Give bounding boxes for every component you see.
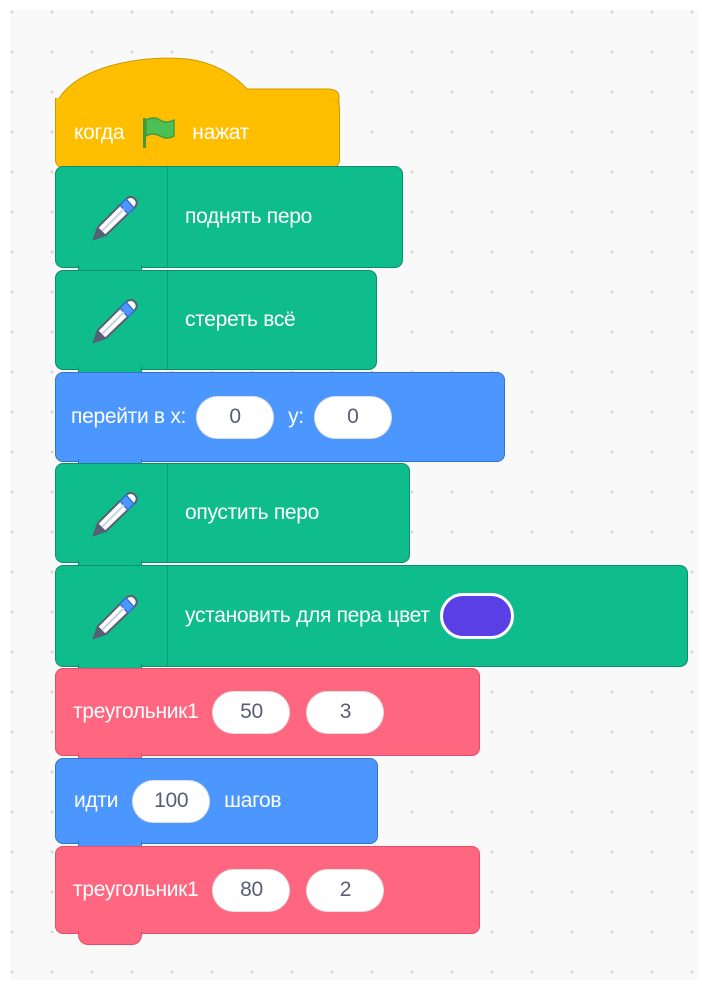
when-label: когда (74, 120, 125, 144)
go-to-label: перейти в x: (71, 405, 187, 428)
pen-icon (91, 196, 138, 241)
code-workspace[interactable]: когда нажат поднять перо стереть всё пер… (10, 10, 698, 980)
move-label: идти (74, 789, 119, 812)
arg2-input[interactable]: 3 (306, 690, 385, 734)
custom-block-label: треугольник1 (73, 700, 199, 723)
pen-color-swatch[interactable] (439, 593, 514, 639)
pen-extension-icon-area (56, 566, 168, 666)
clear-block[interactable]: стереть всё (55, 270, 377, 381)
x-input[interactable]: 0 (196, 395, 275, 439)
arg2-input[interactable]: 2 (306, 868, 385, 912)
arg1-input[interactable]: 80 (212, 868, 291, 912)
y-input[interactable]: 0 (313, 395, 392, 439)
y-label: y: (288, 405, 304, 428)
arg1-input[interactable]: 50 (212, 690, 291, 734)
pen-down-block[interactable]: опустить перо (55, 463, 410, 574)
green-flag-icon (140, 116, 178, 150)
pen-extension-icon-area (56, 464, 168, 562)
steps-input[interactable]: 100 (132, 779, 211, 823)
pen-icon (91, 492, 138, 537)
pen-icon (91, 595, 138, 640)
set-pen-color-label: установить для пера цвет (185, 604, 430, 627)
block-connector (78, 931, 142, 945)
clear-label: стереть всё (185, 308, 296, 331)
set-pen-color-block[interactable]: установить для пера цвет (55, 565, 688, 678)
steps-label: шагов (224, 789, 282, 812)
custom-block-label: треугольник1 (73, 878, 199, 901)
clicked-label: нажат (192, 120, 249, 144)
move-steps-block[interactable]: идти 100 шагов (55, 758, 378, 855)
pen-up-block[interactable]: поднять перо (55, 166, 403, 279)
go-to-xy-block[interactable]: перейти в x: 0 y: 0 (55, 372, 505, 473)
when-flag-clicked-block[interactable]: когда нажат (55, 98, 340, 179)
pen-extension-icon-area (56, 271, 168, 369)
custom-triangle-block-1[interactable]: треугольник1 50 3 (55, 668, 480, 767)
pen-icon (91, 299, 138, 344)
pen-down-label: опустить перо (185, 501, 320, 524)
custom-triangle-block-2[interactable]: треугольник1 80 2 (55, 846, 480, 945)
pen-up-label: поднять перо (185, 205, 313, 228)
pen-extension-icon-area (56, 167, 168, 267)
